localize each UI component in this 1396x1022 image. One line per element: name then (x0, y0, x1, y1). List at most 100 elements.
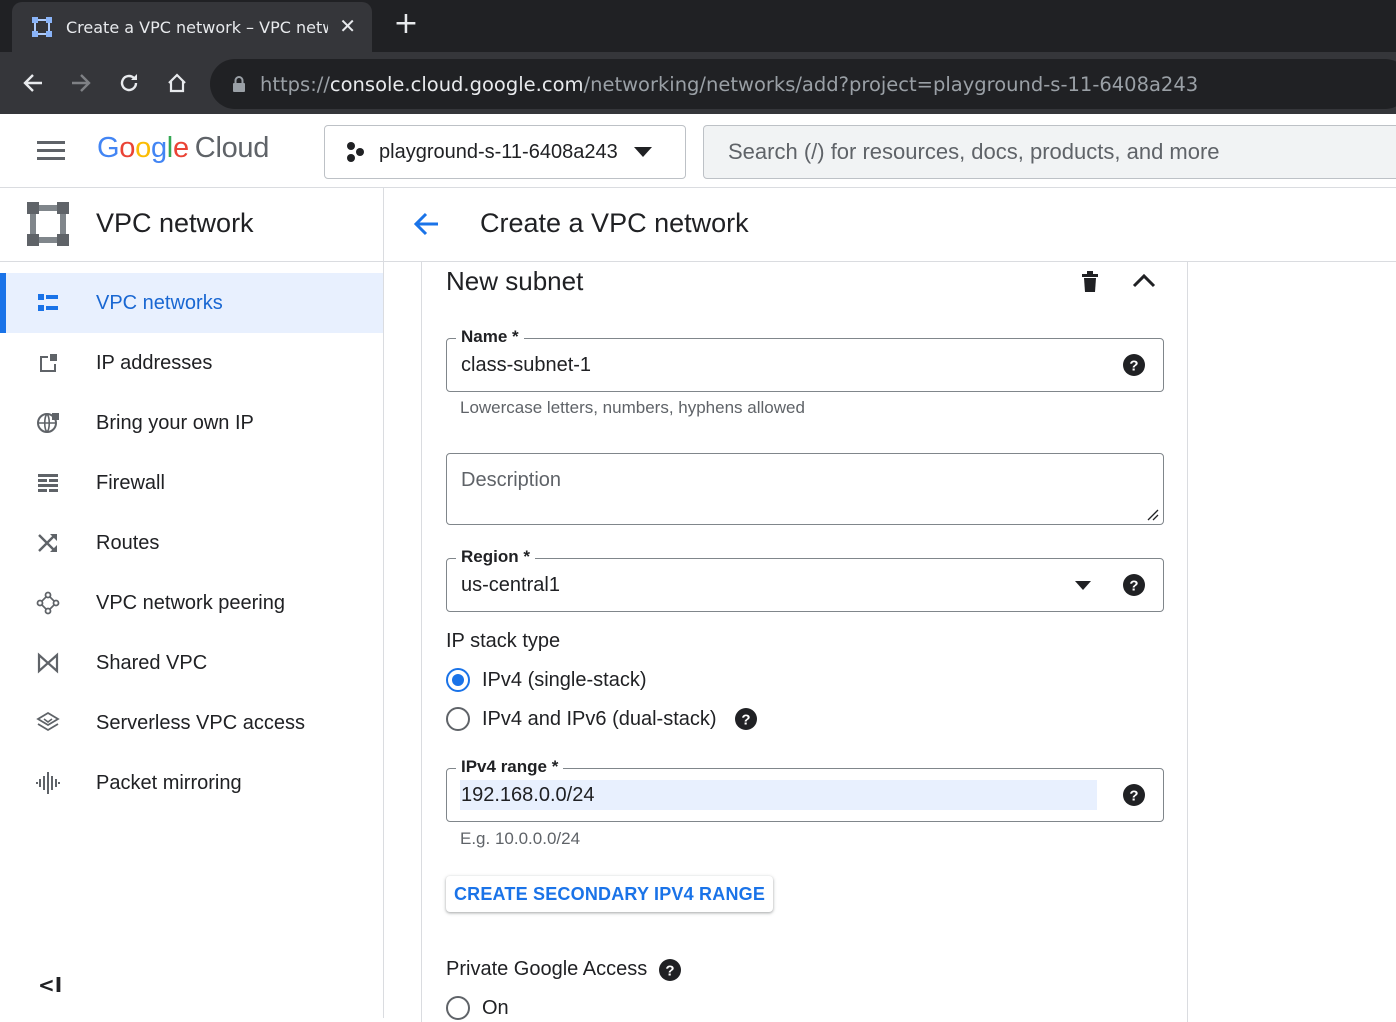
svg-text:?: ? (1129, 578, 1138, 595)
new-subnet-card: New subnet Name * class-subnet-1 ? Lower… (421, 262, 1188, 1022)
private-access-header: Private Google Access ? (446, 958, 682, 981)
project-icon (347, 142, 364, 162)
svg-text:?: ? (741, 712, 750, 729)
sidebar-item-label: Shared VPC (96, 652, 208, 674)
name-field[interactable]: Name * class-subnet-1 ? (446, 327, 1164, 392)
radio-label: On (482, 996, 509, 1019)
globe-icon (37, 413, 59, 433)
sidebar-item-label: VPC networks (96, 292, 223, 314)
lock-icon (233, 76, 245, 92)
radio-button[interactable] (446, 996, 470, 1020)
sidebar-item-label: IP addresses (96, 352, 213, 374)
peering-icon (36, 591, 60, 615)
back-arrow-icon (23, 74, 42, 92)
ipv4-range-field[interactable]: IPv4 range * 192.168.0.0/24 ? (446, 757, 1164, 822)
description-placeholder: Description (461, 469, 562, 491)
chevron-up-icon[interactable] (1132, 272, 1156, 288)
vpc-product-icon (27, 202, 69, 246)
project-picker[interactable]: playground-s-11-6408a243 (324, 125, 686, 179)
back-arrow-icon[interactable] (412, 210, 440, 238)
console-header: Google Cloud playground-s-11-6408a243 Sea… (0, 114, 1396, 188)
sidebar-nav: VPC networks IP addresses Bring your own… (0, 273, 383, 813)
browser-toolbar: https://console.cloud.google.com/network… (0, 52, 1396, 114)
create-secondary-range-button[interactable]: CREATE SECONDARY IPV4 RANGE (446, 876, 773, 912)
reload-icon (120, 74, 138, 92)
name-hint: Lowercase letters, numbers, hyphens allo… (460, 398, 805, 417)
help-icon[interactable]: ? (659, 958, 682, 981)
ip-addresses-icon (40, 354, 57, 372)
project-name: playground-s-11-6408a243 (379, 140, 618, 163)
svg-text:?: ? (666, 962, 675, 979)
firewall-icon (38, 474, 58, 492)
subnet-title: New subnet (446, 266, 584, 296)
sidebar-item-vpc-network-peering[interactable]: VPC network peering (0, 573, 383, 633)
name-field-value[interactable]: class-subnet-1 (461, 354, 591, 377)
sidebar-item-routes[interactable]: Routes (0, 513, 383, 573)
region-field-value: us-central1 (461, 574, 560, 596)
region-select[interactable]: Region * us-central1 ? (446, 547, 1164, 612)
vpc-favicon-icon (31, 16, 53, 38)
collapse-sidebar-icon[interactable]: <I (38, 973, 62, 997)
tab-close-icon[interactable]: ✕ (339, 16, 356, 36)
sidebar-item-shared-vpc[interactable]: Shared VPC (0, 633, 383, 693)
sidebar-item-serverless-vpc-access[interactable]: Serverless VPC access (0, 693, 383, 753)
home-icon (168, 73, 186, 93)
radio-label: IPv4 (single-stack) (482, 668, 647, 691)
help-icon[interactable]: ? (734, 708, 757, 730)
reload-button[interactable] (112, 66, 146, 100)
help-icon[interactable]: ? (1123, 354, 1145, 376)
radio-label: IPv4 and IPv6 (dual-stack) (482, 707, 717, 730)
help-icon[interactable]: ? (1123, 574, 1145, 596)
sidebar-item-label: Bring your own IP (96, 412, 254, 434)
description-field[interactable]: Description (446, 453, 1164, 525)
radio-ipv4-ipv6-dual[interactable]: IPv4 and IPv6 (dual-stack) ? (446, 707, 757, 731)
sidebar: VPC network VPC networks IP addresses Br… (0, 188, 384, 1018)
google-cloud-logo[interactable]: Google Cloud (97, 132, 269, 165)
ipv4-range-hint: E.g. 10.0.0.0/24 (460, 829, 581, 848)
sidebar-item-label: Routes (96, 532, 160, 554)
radio-button[interactable] (446, 707, 470, 731)
svg-text:?: ? (1129, 358, 1138, 375)
help-icon[interactable]: ? (1123, 784, 1145, 806)
dropdown-caret-icon (1075, 581, 1091, 590)
shared-vpc-icon (37, 652, 59, 674)
sidebar-item-vpc-networks[interactable]: VPC networks (0, 273, 383, 333)
sidebar-header: VPC network (0, 188, 383, 262)
sidebar-item-firewall[interactable]: Firewall (0, 453, 383, 513)
routes-icon (38, 534, 57, 552)
search-input[interactable]: Search (/) for resources, docs, products… (703, 125, 1396, 179)
packet-mirroring-icon (36, 772, 60, 794)
forward-button[interactable] (64, 66, 98, 100)
radio-private-access-on[interactable]: On (446, 996, 509, 1020)
sidebar-item-label: Firewall (96, 472, 165, 494)
svg-text:?: ? (1129, 788, 1138, 805)
dropdown-caret-icon (633, 147, 652, 157)
vpc-networks-icon (38, 294, 58, 311)
forward-arrow-icon (72, 74, 91, 92)
tab-title: Create a VPC network – VPC netw (66, 17, 328, 37)
search-placeholder: Search (/) for resources, docs, products… (728, 139, 1220, 164)
page-title: Create a VPC network (480, 208, 749, 238)
product-title: VPC network (96, 208, 254, 238)
delete-subnet-icon[interactable] (1080, 269, 1100, 293)
sidebar-item-packet-mirroring[interactable]: Packet mirroring (0, 753, 383, 813)
sidebar-item-label: Serverless VPC access (96, 712, 305, 734)
home-button[interactable] (160, 66, 194, 100)
sidebar-item-ip-addresses[interactable]: IP addresses (0, 333, 383, 393)
address-bar[interactable]: https://console.cloud.google.com/network… (210, 59, 1396, 109)
resize-handle-icon[interactable] (1147, 509, 1159, 521)
ipv4-range-label: IPv4 range * (456, 757, 564, 777)
radio-button[interactable] (446, 668, 470, 692)
sidebar-item-bring-your-own-ip[interactable]: Bring your own IP (0, 393, 383, 453)
menu-icon[interactable] (37, 141, 65, 161)
ipv4-range-value[interactable]: 192.168.0.0/24 (461, 784, 594, 807)
browser-tab[interactable]: Create a VPC network – VPC netw ✕ (12, 2, 372, 52)
name-field-label: Name * (456, 327, 524, 347)
back-button[interactable] (16, 66, 50, 100)
new-tab-button[interactable]: + (392, 9, 420, 39)
page-header: Create a VPC network (384, 188, 1396, 262)
sidebar-item-label: Packet mirroring (96, 772, 242, 794)
sidebar-item-label: VPC network peering (96, 592, 285, 614)
radio-ipv4-single[interactable]: IPv4 (single-stack) (446, 668, 647, 692)
ip-stack-label: IP stack type (446, 630, 561, 652)
